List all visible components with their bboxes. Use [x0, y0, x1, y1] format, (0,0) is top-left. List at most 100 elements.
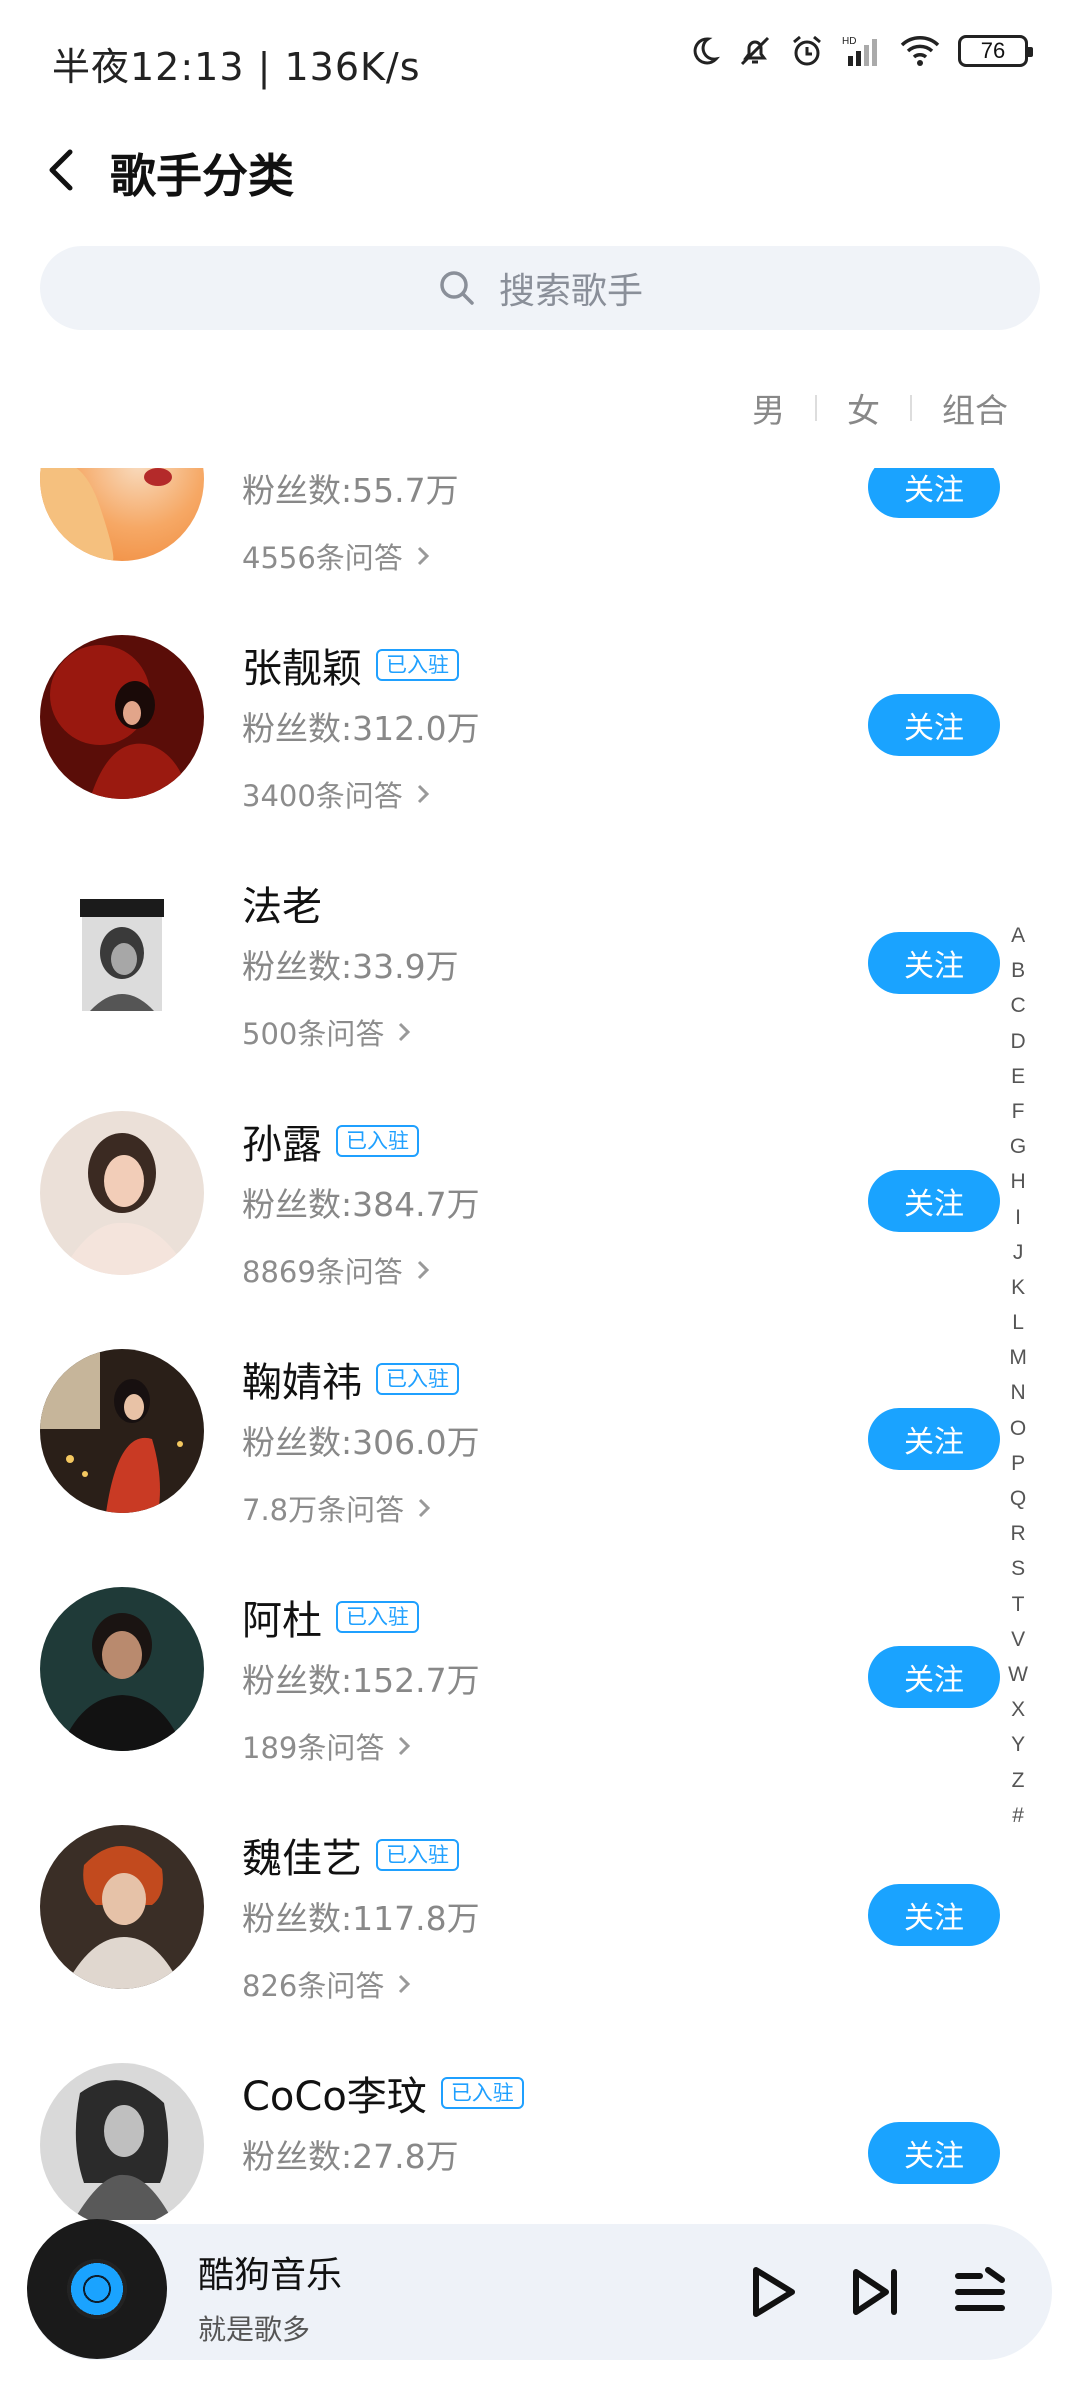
chevron-right-icon [399, 1022, 411, 1042]
singer-qa-link[interactable]: 826条问答 [242, 1963, 412, 2005]
singer-name-line: CoCo李玟 已入驻 [242, 2064, 524, 2122]
singer-name: 孙露 [242, 1122, 322, 1168]
index-letter[interactable]: T [1012, 1587, 1025, 1622]
singer-row[interactable]: 法老 粉丝数:33.9万 500条问答 关注 [0, 826, 1080, 1064]
index-letter[interactable]: K [1011, 1270, 1025, 1305]
battery-level: 76 [980, 38, 1006, 63]
play-icon[interactable] [742, 2262, 802, 2322]
singer-name: 魏佳艺 [242, 1836, 362, 1882]
chevron-right-icon [399, 1736, 411, 1756]
index-letter[interactable]: Y [1011, 1727, 1025, 1762]
search-input[interactable]: 搜索歌手 [40, 246, 1040, 330]
signal-icon: HD [842, 36, 877, 66]
status-time: 半夜12:13 | 136K/s [52, 45, 421, 89]
index-letter[interactable]: I [1015, 1200, 1021, 1235]
alphabet-index[interactable]: A B C D E F G H I J K L M N O P Q R S T … [1008, 918, 1028, 1833]
back-arrow-icon[interactable] [36, 142, 92, 198]
singer-name-line: 阿杜 已入驻 [242, 1588, 419, 1646]
bell-mute-icon [740, 36, 770, 66]
next-track-icon[interactable] [846, 2262, 906, 2322]
follow-button[interactable]: 关注 [868, 2122, 1000, 2184]
singer-qa-count: 4556条问答 [242, 541, 403, 575]
index-letter[interactable]: D [1011, 1024, 1026, 1059]
follow-button[interactable]: 关注 [868, 1170, 1000, 1232]
index-letter[interactable]: Z [1012, 1763, 1025, 1798]
singer-qa-count: 3400条问答 [242, 779, 403, 813]
singer-avatar[interactable] [40, 2063, 204, 2220]
wifi-icon [900, 36, 940, 66]
index-letter[interactable]: Q [1010, 1481, 1026, 1516]
singer-name-line: 法老 [242, 874, 322, 932]
singer-avatar[interactable] [40, 468, 204, 561]
singer-row[interactable]: 粉丝数:55.7万 4556条问答 关注 [0, 468, 1080, 588]
index-letter[interactable]: J [1013, 1235, 1024, 1270]
singer-name-line: 张靓颖 已入驻 [242, 636, 459, 694]
index-letter[interactable]: S [1011, 1551, 1025, 1586]
singer-row[interactable]: 魏佳艺 已入驻 粉丝数:117.8万 826条问答 关注 [0, 1778, 1080, 2016]
verified-badge: 已入驻 [376, 1363, 459, 1395]
follow-button[interactable]: 关注 [868, 468, 1000, 518]
search-icon [440, 271, 474, 305]
index-letter[interactable]: O [1010, 1411, 1026, 1446]
singer-qa-link[interactable]: 7.8万条问答 [242, 1487, 432, 1529]
index-letter[interactable]: F [1012, 1094, 1025, 1129]
singer-avatar[interactable] [40, 1825, 204, 1989]
singer-qa-link[interactable]: 4556条问答 [242, 535, 431, 577]
filter-male[interactable]: 男 [722, 384, 815, 432]
singer-fans: 粉丝数:33.9万 [242, 947, 459, 986]
follow-button[interactable]: 关注 [868, 1408, 1000, 1470]
singer-name: 法老 [242, 884, 322, 930]
singer-qa-link[interactable]: 3400条问答 [242, 773, 431, 815]
singer-qa-count: 826条问答 [242, 1969, 385, 2003]
index-letter[interactable]: V [1011, 1622, 1025, 1657]
singer-qa-link[interactable]: 8869条问答 [242, 1249, 431, 1291]
chevron-right-icon [417, 784, 429, 804]
index-letter[interactable]: E [1011, 1059, 1025, 1094]
index-letter[interactable]: A [1011, 918, 1025, 953]
player-title: 酷狗音乐 [198, 2255, 343, 2296]
singer-qa-link[interactable]: 189条问答 [242, 1725, 412, 1767]
album-disc[interactable] [27, 2219, 167, 2359]
singer-row[interactable]: CoCo李玟 已入驻 粉丝数:27.8万 关注 [0, 2016, 1080, 2220]
index-letter[interactable]: R [1011, 1516, 1026, 1551]
follow-button[interactable]: 关注 [868, 1884, 1000, 1946]
index-letter[interactable]: N [1011, 1375, 1026, 1410]
follow-button[interactable]: 关注 [868, 932, 1000, 994]
index-letter[interactable]: C [1011, 988, 1026, 1023]
playlist-icon[interactable] [950, 2262, 1010, 2322]
verified-badge: 已入驻 [336, 1125, 419, 1157]
singer-fans: 粉丝数:117.8万 [242, 1899, 480, 1938]
index-letter[interactable]: B [1011, 953, 1025, 988]
singer-name: 张靓颖 [242, 646, 362, 692]
search-placeholder: 搜索歌手 [498, 271, 643, 312]
index-letter[interactable]: X [1011, 1692, 1025, 1727]
singer-qa-count: 500条问答 [242, 1017, 385, 1051]
follow-button[interactable]: 关注 [868, 1646, 1000, 1708]
index-letter[interactable]: P [1011, 1446, 1025, 1481]
singer-avatar[interactable] [40, 1587, 204, 1751]
singer-qa-link[interactable]: 500条问答 [242, 1011, 412, 1053]
singer-fans: 粉丝数:152.7万 [242, 1661, 480, 1700]
filter-female[interactable]: 女 [817, 384, 910, 432]
index-letter[interactable]: W [1008, 1657, 1028, 1692]
singer-name-line: 鞠婧祎 已入驻 [242, 1350, 459, 1408]
index-letter[interactable]: H [1011, 1164, 1026, 1199]
index-letter[interactable]: # [1012, 1798, 1024, 1833]
singer-row[interactable]: 孙露 已入驻 粉丝数:384.7万 8869条问答 关注 [0, 1064, 1080, 1302]
filter-group[interactable]: 组合 [912, 384, 1038, 432]
mini-player[interactable]: 酷狗音乐 就是歌多 [27, 2219, 1052, 2360]
singer-avatar[interactable] [40, 1111, 204, 1275]
index-letter[interactable]: G [1010, 1129, 1026, 1164]
singer-avatar[interactable] [40, 1349, 204, 1513]
app-header: 歌手分类 [0, 120, 1080, 220]
singer-avatar[interactable] [40, 635, 204, 799]
index-letter[interactable]: M [1009, 1340, 1027, 1375]
singer-avatar[interactable] [40, 873, 204, 1037]
singer-row[interactable]: 鞠婧祎 已入驻 粉丝数:306.0万 7.8万条问答 关注 [0, 1302, 1080, 1540]
gender-filter: 男 女 组合 [722, 384, 1038, 432]
follow-button[interactable]: 关注 [868, 694, 1000, 756]
singer-row[interactable]: 阿杜 已入驻 粉丝数:152.7万 189条问答 关注 [0, 1540, 1080, 1778]
index-letter[interactable]: L [1012, 1305, 1024, 1340]
player-subtitle: 就是歌多 [198, 2313, 311, 2346]
singer-row[interactable]: 张靓颖 已入驻 粉丝数:312.0万 3400条问答 关注 [0, 588, 1080, 826]
